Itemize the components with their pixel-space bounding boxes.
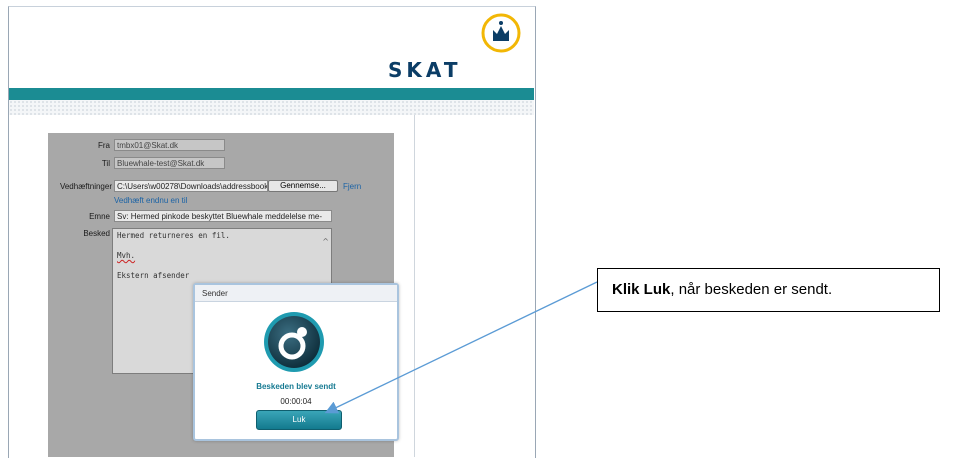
callout-bold: Klik Luk bbox=[612, 281, 671, 298]
callout-text: , når beskeden er sendt. bbox=[670, 281, 833, 298]
callout-arrow bbox=[324, 281, 598, 414]
instruction-callout: Klik Luk, når beskeden er sendt. bbox=[597, 268, 940, 312]
